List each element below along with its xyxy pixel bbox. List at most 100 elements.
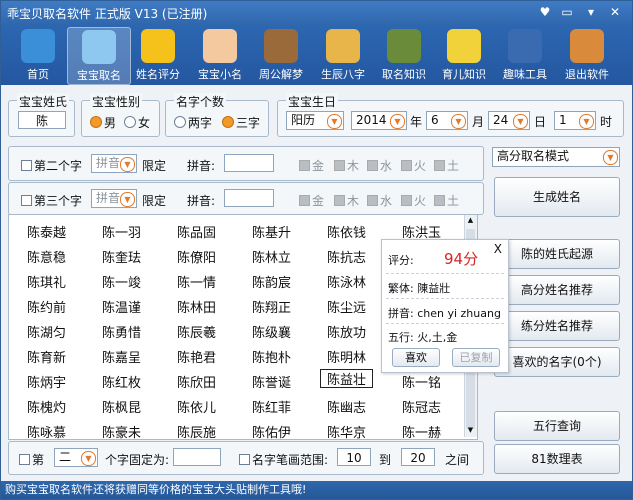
char3-checkbox[interactable]: 第三个字	[21, 192, 82, 209]
close-button[interactable]: ✕	[605, 4, 625, 20]
name-item[interactable]: 陈湖匀	[27, 322, 66, 341]
name-item[interactable]: 陈林田	[177, 297, 216, 316]
day-select[interactable]: 24 ▼	[488, 111, 530, 130]
name-item[interactable]: 陈育新	[27, 347, 66, 366]
like-button[interactable]: 喜欢	[392, 348, 440, 367]
char3-pinyin-input[interactable]	[224, 189, 274, 207]
name-item[interactable]: 陈咏慕	[27, 422, 66, 439]
month-select[interactable]: 6 ▼	[426, 111, 468, 130]
gender-male-radio[interactable]: 男	[90, 114, 116, 131]
scroll-down-icon[interactable]: ▼	[466, 426, 475, 436]
name-item[interactable]: 陈辰羲	[177, 322, 216, 341]
char3-shui-checkbox[interactable]: 水	[367, 192, 392, 209]
name-item[interactable]: 陈依钱	[327, 222, 366, 241]
high-score-button[interactable]: 高分姓名推荐	[494, 275, 620, 305]
name-item[interactable]: 陈僚阳	[177, 247, 216, 266]
name-item[interactable]: 陈品固	[177, 222, 216, 241]
stroke-to-input[interactable]: 20	[401, 448, 435, 466]
name-item[interactable]: 陈级襄	[252, 322, 291, 341]
name-item[interactable]: 陈欣田	[177, 372, 216, 391]
scroll-up-icon[interactable]: ▲	[466, 216, 475, 226]
position-checkbox[interactable]: 第	[19, 451, 44, 468]
name-item[interactable]: 陈意稳	[27, 247, 66, 266]
fixed-char-input[interactable]	[173, 448, 221, 466]
name-item[interactable]: 陈放功	[327, 322, 366, 341]
year-select[interactable]: 2014 ▼	[351, 111, 407, 130]
toolbar-button-0[interactable]: 首页	[7, 27, 69, 83]
name-item[interactable]: 陈温谨	[102, 297, 141, 316]
char2-shui-checkbox[interactable]: 水	[367, 157, 392, 174]
generate-names-button[interactable]: 生成姓名	[494, 177, 620, 217]
char3-jin-checkbox[interactable]: 金	[299, 192, 324, 209]
copy-button[interactable]: 已复制	[452, 348, 500, 367]
name-item[interactable]: 陈华京	[327, 422, 366, 439]
length-two-radio[interactable]: 两字	[174, 114, 212, 131]
char2-huo-checkbox[interactable]: 火	[401, 157, 426, 174]
name-item[interactable]: 陈炳宇	[27, 372, 66, 391]
popup-close-icon[interactable]: X	[494, 242, 502, 256]
name-item[interactable]: 陈尘远	[327, 297, 366, 316]
name-item[interactable]: 陈红枚	[102, 372, 141, 391]
surname-input[interactable]: 陈	[18, 111, 66, 129]
toolbar-button-3[interactable]: 宝宝小名	[189, 27, 251, 83]
name-item[interactable]: 陈韵宸	[252, 272, 291, 291]
toolbar-button-4[interactable]: 周公解梦	[250, 27, 312, 83]
name-item[interactable]: 陈琪礼	[27, 272, 66, 291]
surname-origin-button[interactable]: 陈的姓氏起源	[494, 239, 620, 269]
toolbar-button-2[interactable]: 姓名评分	[127, 27, 189, 83]
name-item[interactable]: 陈一羽	[102, 222, 141, 241]
name-item[interactable]: 陈枫昆	[102, 397, 141, 416]
char2-checkbox[interactable]: 第二个字	[21, 157, 82, 174]
name-item[interactable]: 陈抗志	[327, 247, 366, 266]
name-item[interactable]: 陈明林	[327, 347, 366, 366]
name-item[interactable]: 陈依儿	[177, 397, 216, 416]
toolbar-button-5[interactable]: 生辰八字	[312, 27, 374, 83]
length-three-radio[interactable]: 三字	[222, 114, 260, 131]
toolbar-button-1[interactable]: 宝宝取名	[67, 27, 131, 85]
char3-mu-checkbox[interactable]: 木	[334, 192, 359, 209]
mode-select[interactable]: 高分取名模式 ▼	[492, 147, 620, 167]
name-item[interactable]: 陈约前	[27, 297, 66, 316]
name-item[interactable]: 陈辰施	[177, 422, 216, 439]
name-item[interactable]: 陈幽志	[327, 397, 366, 416]
hour-select[interactable]: 1 ▼	[554, 111, 596, 130]
char3-huo-checkbox[interactable]: 火	[401, 192, 426, 209]
toolbar-button-9[interactable]: 退出软件	[556, 27, 618, 83]
name-item[interactable]: 陈一竣	[102, 272, 141, 291]
name-item[interactable]: 陈嘉呈	[102, 347, 141, 366]
favorites-button[interactable]: 喜欢的名字(0个)	[494, 347, 620, 377]
name-item[interactable]: 陈红菲	[252, 397, 291, 416]
name-item[interactable]: 陈佑伊	[252, 422, 291, 439]
char3-tu-checkbox[interactable]: 土	[434, 192, 459, 209]
toolbar-button-7[interactable]: 育儿知识	[433, 27, 495, 83]
name-item[interactable]: 陈益壮	[320, 369, 374, 388]
stroke-checkbox[interactable]: 名字笔画范围:	[239, 451, 328, 468]
position-select[interactable]: 二 ▼	[54, 448, 98, 467]
name-item[interactable]: 陈基升	[252, 222, 291, 241]
char2-tu-checkbox[interactable]: 土	[434, 157, 459, 174]
name-item[interactable]: 陈泳林	[327, 272, 366, 291]
twin-score-button[interactable]: 练分姓名推荐	[494, 311, 620, 341]
toolbar-button-6[interactable]: 取名知识	[373, 27, 435, 83]
name-item[interactable]: 陈抱朴	[252, 347, 291, 366]
calendar-select[interactable]: 阳历 ▼	[286, 111, 344, 130]
skin-icon[interactable]: ♥	[535, 4, 555, 20]
char2-pinyin-input[interactable]	[224, 154, 274, 172]
name-item[interactable]: 陈豪未	[102, 422, 141, 439]
wuxing-query-button[interactable]: 五行查询	[494, 411, 620, 441]
name-item[interactable]: 陈勇惜	[102, 322, 141, 341]
name-item[interactable]: 陈槐灼	[27, 397, 66, 416]
stroke-from-input[interactable]: 10	[337, 448, 371, 466]
char3-mode-select[interactable]: 拼音 ▼	[91, 189, 137, 208]
menu-button[interactable]: ▾	[581, 4, 601, 20]
name-item[interactable]: 陈冠志	[402, 397, 441, 416]
char2-mode-select[interactable]: 拼音 ▼	[91, 154, 137, 173]
name-item[interactable]: 陈奎珐	[102, 247, 141, 266]
name-item[interactable]: 陈誉诞	[252, 372, 291, 391]
gender-female-radio[interactable]: 女	[124, 114, 150, 131]
name-item[interactable]: 陈一情	[177, 272, 216, 291]
name-item[interactable]: 陈翔正	[252, 297, 291, 316]
char2-jin-checkbox[interactable]: 金	[299, 157, 324, 174]
numerology-table-button[interactable]: 81数理表	[494, 444, 620, 474]
char2-mu-checkbox[interactable]: 木	[334, 157, 359, 174]
